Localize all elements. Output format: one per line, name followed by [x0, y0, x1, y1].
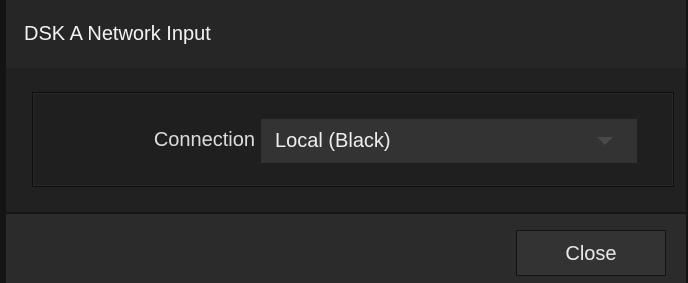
- dialog-title: DSK A Network Input: [24, 22, 211, 45]
- dialog-footer: Close: [6, 214, 686, 283]
- dialog-content: Connection Local (Black): [6, 68, 686, 212]
- connection-group-box: Connection Local (Black): [32, 92, 674, 187]
- connection-label: Connection: [153, 129, 255, 151]
- chevron-down-icon[interactable]: [597, 137, 613, 145]
- connection-dropdown[interactable]: Local (Black): [261, 119, 637, 163]
- close-button[interactable]: Close: [516, 230, 666, 276]
- connection-dropdown-value: Local (Black): [275, 129, 391, 152]
- title-bar: DSK A Network Input: [6, 0, 686, 68]
- network-input-dialog: DSK A Network Input Connection Local (Bl…: [0, 0, 688, 283]
